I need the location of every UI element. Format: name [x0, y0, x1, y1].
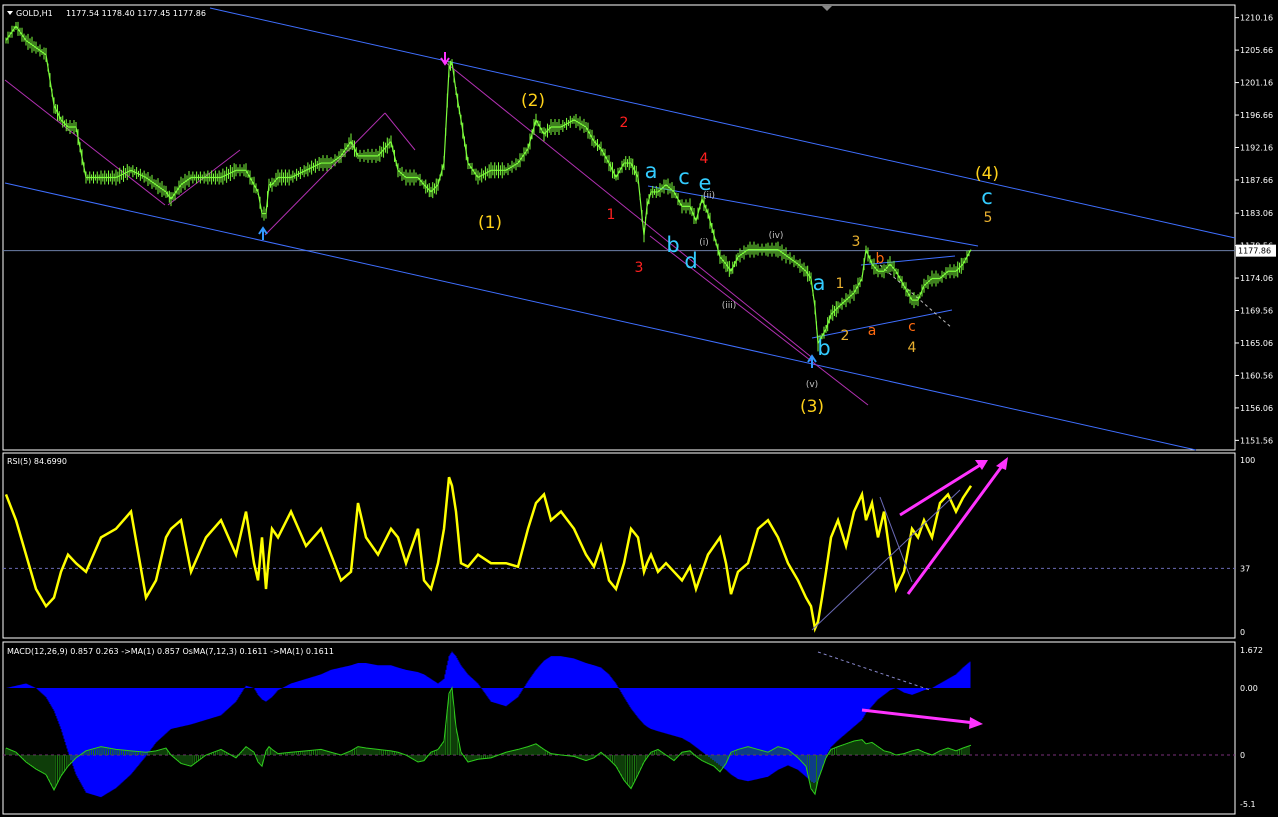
price-tick-label: 1156.06 — [1240, 404, 1273, 413]
price-tick-label: 1205.66 — [1240, 46, 1273, 55]
price-tick-label: 1169.56 — [1240, 307, 1273, 316]
wave-label: b — [666, 233, 679, 257]
macd-panel-border — [2, 641, 1236, 815]
wave-label: (ii) — [703, 191, 715, 201]
arrow-head-icon — [969, 717, 983, 729]
price-axis: 1210.16 1205.66 1201.16 1196.66 1192.16 1187.… — [3, 14, 1276, 445]
price-tick-label: 1160.56 — [1240, 371, 1273, 380]
wave-label: d — [684, 249, 697, 273]
down-arrow-icon — [440, 52, 450, 66]
wave-label: (v) — [806, 380, 818, 390]
price-series — [5, 21, 972, 352]
wave-label: (1) — [478, 213, 502, 233]
wave-label: (4) — [975, 164, 999, 184]
macd-dashed-line — [817, 651, 931, 691]
wave-label: a — [813, 271, 826, 295]
up-arrow-icon — [807, 354, 817, 368]
wave-label: 5 — [984, 210, 993, 226]
rsi-trend-line — [811, 489, 961, 631]
rsi-axis-label: 100 — [1240, 456, 1255, 465]
wave-label: a — [645, 159, 658, 183]
wave-label: 3 — [635, 260, 644, 276]
wave-label: a — [868, 323, 877, 339]
wave-label: 3 — [852, 234, 861, 250]
macd-arrow-line — [861, 708, 976, 725]
macd-header: MACD(12,26,9) 0.857 0.263 ->MA(1) 0.857 … — [7, 647, 334, 656]
rsi-axis-label: 37 — [1240, 564, 1250, 573]
trend-line — [649, 235, 869, 406]
rsi-header: RSI(5) 84.6990 — [7, 457, 67, 466]
price-tick-label: 1174.06 — [1240, 274, 1273, 283]
shift-marker-icon[interactable] — [822, 6, 832, 11]
price-tick-label: 1187.66 — [1240, 176, 1273, 185]
price-tick-label: 1165.06 — [1240, 339, 1273, 348]
trend-line — [444, 61, 816, 361]
price-tick-label: 1196.66 — [1240, 111, 1273, 120]
ohlc-readout: 1177.54 1178.40 1177.45 1177.86 — [66, 9, 206, 18]
trend-line — [4, 79, 166, 206]
channel-line — [4, 182, 1197, 451]
arrow-head-icon — [996, 457, 1008, 470]
macd-axis-label: 0 — [1240, 751, 1245, 760]
wave-label: (i) — [699, 238, 709, 248]
macd-axis-label: 1.672 — [1240, 646, 1263, 655]
macd-axis-label: 0.00 — [1240, 684, 1258, 693]
up-arrow-icon — [258, 226, 268, 240]
wave-label: b — [876, 251, 885, 267]
wave-label: b — [817, 336, 830, 360]
wave-label: 2 — [841, 328, 850, 344]
wave-label: (2) — [521, 91, 545, 111]
collapse-arrow-icon[interactable] — [7, 11, 13, 15]
current-price-label: 1177.86 — [1238, 247, 1271, 256]
wave-label: c — [908, 319, 916, 335]
symbol-title: GOLD,H1 — [16, 9, 53, 18]
macd-panel: 1.672 0.00 0 -5.1 — [3, 646, 1263, 809]
wave-label: c — [678, 165, 690, 189]
chart-window: GOLD,H1 1177.54 1178.40 1177.45 1177.86 … — [2, 4, 1276, 815]
macd-axis-label: -5.1 — [1240, 800, 1256, 809]
wave-label: 4 — [908, 340, 917, 356]
rsi-panel-border — [2, 452, 1236, 639]
price-tick-label: 1192.16 — [1240, 144, 1273, 153]
wave-label: (iv) — [769, 231, 784, 241]
rsi-axis-label: 0 — [1240, 628, 1245, 637]
wave-label: 4 — [700, 151, 709, 167]
trend-line — [264, 112, 386, 236]
price-panel-border — [2, 4, 1236, 451]
price-line — [5, 24, 972, 346]
wave-label: (3) — [800, 397, 824, 417]
wave-label: 2 — [620, 115, 629, 131]
wave-label: 1 — [836, 276, 845, 292]
price-tick-label: 1201.16 — [1240, 79, 1273, 88]
channel-lines — [4, 7, 1236, 451]
price-tick-label: 1210.16 — [1240, 14, 1273, 23]
wave-label: c — [981, 185, 993, 209]
rsi-panel: 100 37 0 — [3, 456, 1255, 637]
wave-label: (iii) — [722, 301, 737, 311]
rsi-line — [4, 476, 973, 633]
price-tick-label: 1183.06 — [1240, 209, 1273, 218]
channel-line — [209, 7, 1236, 239]
wave-label: 1 — [607, 207, 616, 223]
price-tick-label: 1151.56 — [1240, 436, 1273, 445]
